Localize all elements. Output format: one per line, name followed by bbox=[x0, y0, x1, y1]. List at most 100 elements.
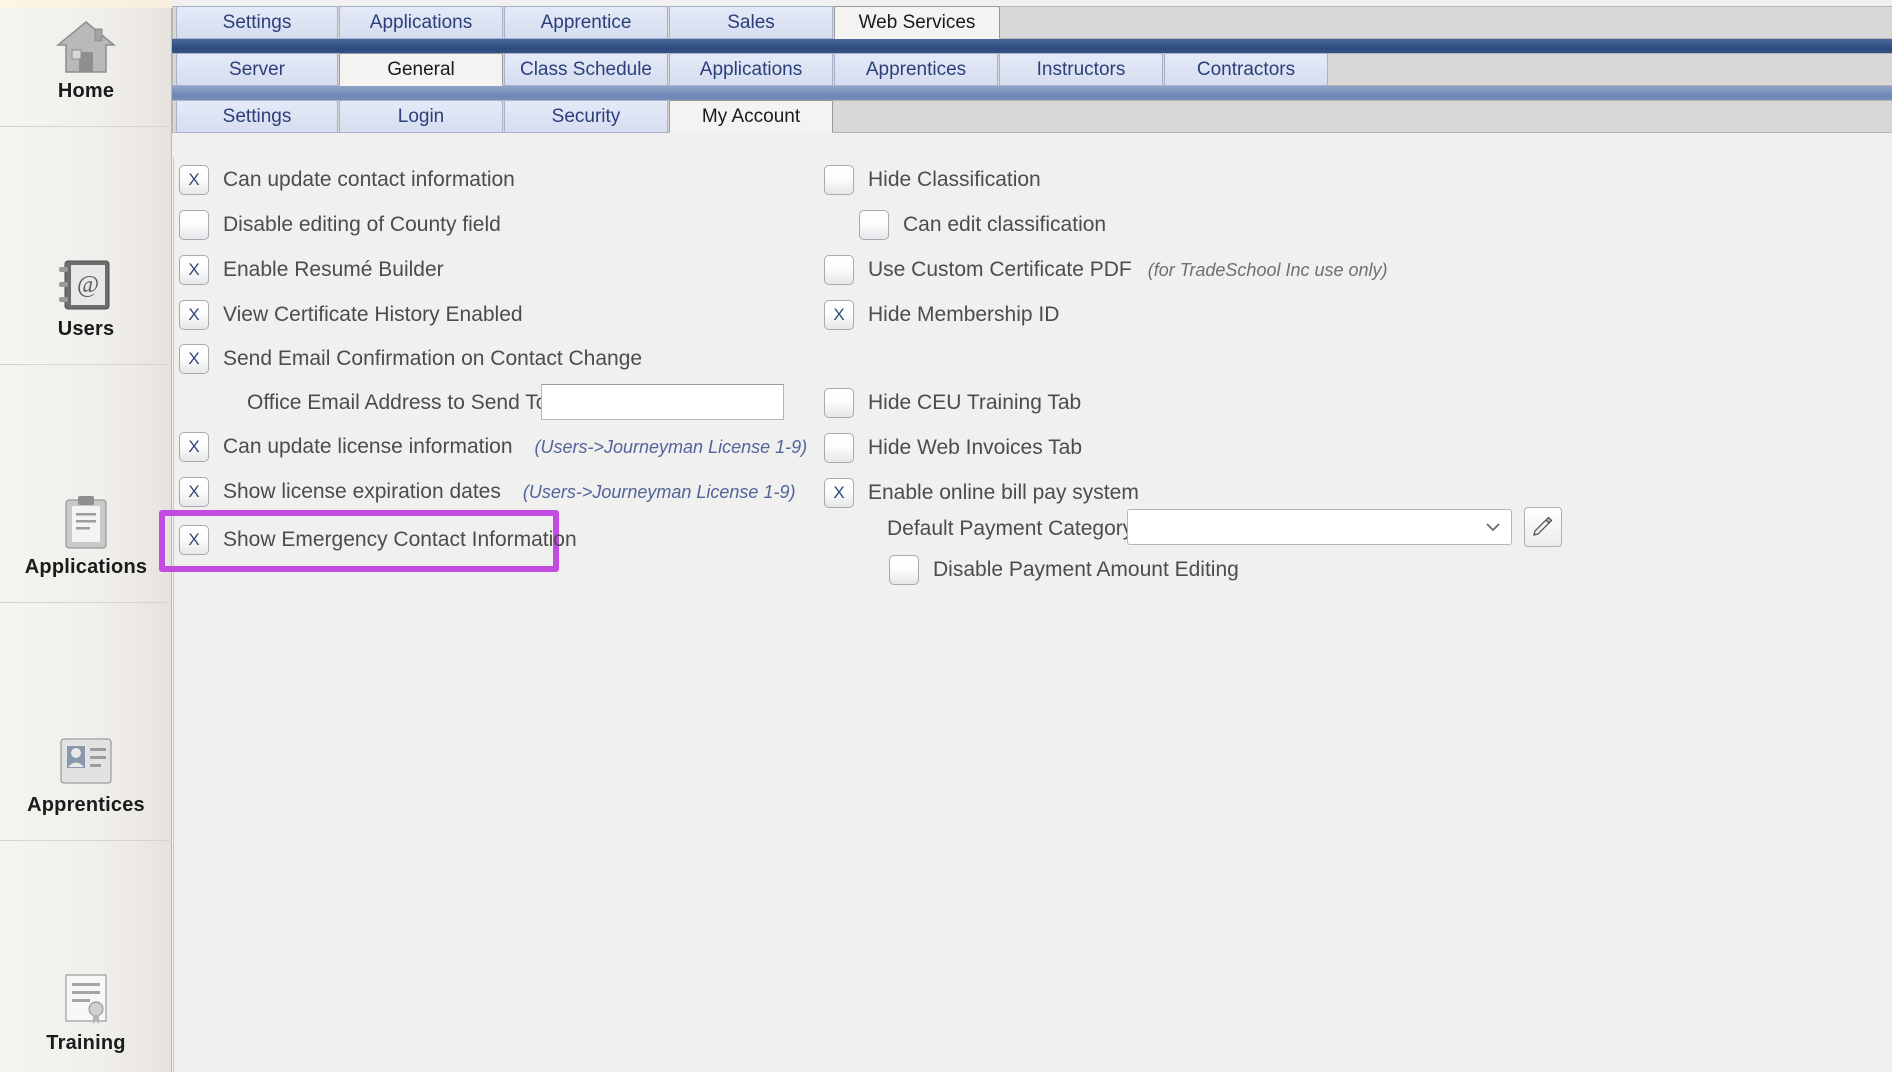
default-payment-category-label: Default Payment Category bbox=[887, 517, 1134, 540]
tab-web-services[interactable]: Web Services bbox=[834, 6, 1000, 39]
subtab-applications[interactable]: Applications bbox=[669, 53, 833, 86]
sidebar-item-label: Applications bbox=[24, 556, 148, 578]
checkbox-row-send-email-confirmation[interactable]: X Send Email Confirmation on Contact Cha… bbox=[179, 344, 642, 374]
checkbox-row-enable-online-bill-pay[interactable]: X Enable online bill pay system bbox=[824, 478, 1139, 508]
sidebar-item-users[interactable]: @ Users bbox=[0, 246, 172, 365]
checkbox-row-hide-classification[interactable]: Hide Classification bbox=[824, 165, 1041, 195]
office-email-label: Office Email Address to Send To bbox=[247, 391, 548, 414]
checkbox-row-hide-membership-id[interactable]: X Hide Membership ID bbox=[824, 300, 1059, 330]
edit-payment-category-button[interactable] bbox=[1524, 507, 1562, 547]
default-payment-category-select[interactable] bbox=[1127, 509, 1512, 545]
house-icon bbox=[55, 16, 117, 78]
checkbox-row-can-edit-classification[interactable]: Can edit classification bbox=[859, 210, 1106, 240]
view-certificate-history-checkbox[interactable]: X bbox=[179, 300, 209, 330]
disable-payment-amount-editing-label: Disable Payment Amount Editing bbox=[933, 558, 1239, 581]
hide-ceu-training-tab-checkbox[interactable] bbox=[824, 388, 854, 418]
subtab-contractors[interactable]: Contractors bbox=[1164, 53, 1328, 86]
tab-apprentice[interactable]: Apprentice bbox=[504, 6, 668, 39]
hide-classification-label: Hide Classification bbox=[868, 168, 1041, 191]
tab-row-secondary: Server General Class Schedule Applicatio… bbox=[172, 53, 1892, 86]
checkbox-row-hide-web-invoices-tab[interactable]: Hide Web Invoices Tab bbox=[824, 433, 1082, 463]
checkbox-row-disable-county[interactable]: Disable editing of County field bbox=[179, 210, 501, 240]
tab-sales[interactable]: Sales bbox=[669, 6, 833, 39]
checkbox-row-can-update-license[interactable]: X Can update license information (Users-… bbox=[179, 432, 807, 462]
enable-online-bill-pay-checkbox[interactable]: X bbox=[824, 478, 854, 508]
subtab-class-schedule[interactable]: Class Schedule bbox=[504, 53, 668, 86]
checkbox-row-use-custom-certificate-pdf[interactable]: Use Custom Certificate PDF (for TradeSch… bbox=[824, 255, 1388, 285]
office-email-input[interactable] bbox=[541, 384, 784, 420]
subtab-instructors[interactable]: Instructors bbox=[999, 53, 1163, 86]
checkbox-row-enable-resume-builder[interactable]: X Enable Resumé Builder bbox=[179, 255, 444, 285]
show-license-expiration-label: Show license expiration dates bbox=[223, 480, 501, 503]
hide-classification-checkbox[interactable] bbox=[824, 165, 854, 195]
sidebar-item-label: Users bbox=[57, 318, 115, 340]
enable-resume-builder-checkbox[interactable]: X bbox=[179, 255, 209, 285]
can-update-contact-checkbox[interactable]: X bbox=[179, 165, 209, 195]
accounttab-security[interactable]: Security bbox=[504, 100, 668, 133]
subtab-apprentices[interactable]: Apprentices bbox=[834, 53, 998, 86]
sidebar-item-applications[interactable]: Applications bbox=[0, 484, 172, 603]
settings-panel: X Can update contact information Disable… bbox=[159, 157, 1892, 1072]
application-window: Home @ Users Applications Apprentices Tr… bbox=[0, 0, 1892, 1072]
tab-applications[interactable]: Applications bbox=[339, 6, 503, 39]
tab-row-primary: Settings Applications Apprentice Sales W… bbox=[172, 6, 1892, 39]
sidebar-item-home[interactable]: Home bbox=[0, 8, 172, 127]
use-custom-certificate-pdf-checkbox[interactable] bbox=[824, 255, 854, 285]
can-update-contact-label: Can update contact information bbox=[223, 168, 515, 191]
pencil-icon bbox=[1532, 514, 1554, 541]
show-emergency-contact-checkbox[interactable]: X bbox=[179, 525, 209, 555]
subtab-general[interactable]: General bbox=[339, 53, 503, 86]
tab-label: Applications bbox=[369, 11, 473, 33]
accounttab-login[interactable]: Login bbox=[339, 100, 503, 133]
can-update-license-label: Can update license information bbox=[223, 435, 513, 458]
tab-settings[interactable]: Settings bbox=[176, 6, 338, 39]
checkbox-row-show-license-expiration[interactable]: X Show license expiration dates (Users->… bbox=[179, 477, 795, 507]
use-custom-certificate-pdf-label: Use Custom Certificate PDF bbox=[868, 258, 1132, 281]
hide-membership-id-label: Hide Membership ID bbox=[868, 303, 1060, 326]
show-license-expiration-checkbox[interactable]: X bbox=[179, 477, 209, 507]
sidebar-top-strip bbox=[0, 0, 172, 8]
checkbox-row-can-update-contact[interactable]: X Can update contact information bbox=[179, 165, 515, 195]
checkbox-row-view-certificate-history[interactable]: X View Certificate History Enabled bbox=[179, 300, 523, 330]
tab-label: Sales bbox=[727, 11, 775, 33]
chevron-down-icon bbox=[1485, 519, 1501, 536]
sidebar-item-apprentices[interactable]: Apprentices bbox=[0, 722, 172, 841]
can-edit-classification-label: Can edit classification bbox=[903, 213, 1107, 236]
view-certificate-history-label: View Certificate History Enabled bbox=[223, 303, 523, 326]
checkbox-row-disable-payment-amount-editing[interactable]: Disable Payment Amount Editing bbox=[889, 555, 1239, 585]
tab-label: Class Schedule bbox=[519, 58, 653, 80]
svg-text:@: @ bbox=[77, 272, 99, 298]
tab-label: Login bbox=[397, 105, 445, 127]
disable-payment-amount-editing-checkbox[interactable] bbox=[889, 555, 919, 585]
subtab-server[interactable]: Server bbox=[176, 53, 338, 86]
tab-label: Security bbox=[551, 105, 621, 127]
send-email-confirmation-label: Send Email Confirmation on Contact Chang… bbox=[223, 347, 643, 370]
hide-ceu-training-tab-label: Hide CEU Training Tab bbox=[868, 391, 1082, 414]
tab-row-tertiary: Settings Login Security My Account bbox=[172, 100, 1892, 133]
disable-county-label: Disable editing of County field bbox=[223, 213, 501, 236]
can-edit-classification-checkbox[interactable] bbox=[859, 210, 889, 240]
can-update-license-checkbox[interactable]: X bbox=[179, 432, 209, 462]
certificate-icon bbox=[60, 968, 112, 1030]
tab-label: Settings bbox=[222, 11, 292, 33]
send-email-confirmation-checkbox[interactable]: X bbox=[179, 344, 209, 374]
tab-label: Instructors bbox=[1036, 58, 1126, 80]
tab-label: Applications bbox=[699, 58, 803, 80]
address-book-icon: @ bbox=[57, 254, 115, 316]
check-mark: X bbox=[188, 305, 200, 324]
accounttab-my-account[interactable]: My Account bbox=[669, 100, 833, 133]
hide-membership-id-checkbox[interactable]: X bbox=[824, 300, 854, 330]
hide-web-invoices-tab-label: Hide Web Invoices Tab bbox=[868, 436, 1083, 459]
checkbox-row-hide-ceu-training-tab[interactable]: Hide CEU Training Tab bbox=[824, 388, 1081, 418]
tab-label: Apprentices bbox=[865, 58, 967, 80]
show-license-expiration-note: (Users->Journeyman License 1-9) bbox=[522, 481, 796, 502]
disable-county-checkbox[interactable] bbox=[179, 210, 209, 240]
checkbox-row-show-emergency-contact[interactable]: X Show Emergency Contact Information bbox=[179, 525, 577, 555]
check-mark: X bbox=[188, 170, 200, 189]
sidebar-item-training[interactable]: Training bbox=[0, 960, 172, 1072]
check-mark: X bbox=[188, 437, 200, 456]
id-badge-icon bbox=[57, 730, 115, 792]
enable-resume-builder-label: Enable Resumé Builder bbox=[223, 258, 444, 281]
accounttab-settings[interactable]: Settings bbox=[176, 100, 338, 133]
hide-web-invoices-tab-checkbox[interactable] bbox=[824, 433, 854, 463]
